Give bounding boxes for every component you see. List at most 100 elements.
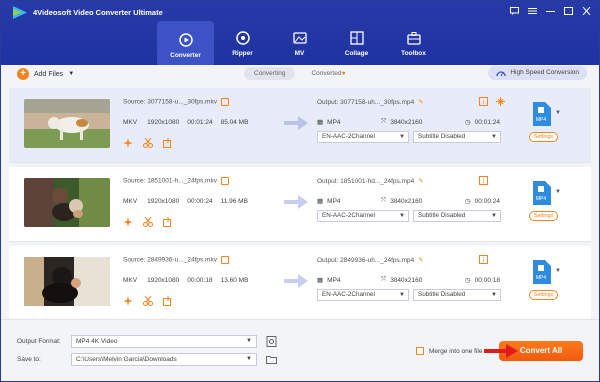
edit-icon[interactable] bbox=[163, 296, 173, 306]
tab-converted[interactable]: Converted● bbox=[301, 67, 355, 80]
info-icon[interactable]: i bbox=[479, 97, 488, 106]
minimize-icon[interactable] bbox=[543, 5, 557, 17]
output-format-label: Output Format: bbox=[17, 338, 61, 345]
tab-collage[interactable]: Collage bbox=[328, 21, 385, 63]
enhance-icon[interactable] bbox=[123, 138, 133, 148]
subtitle-select[interactable]: Subtitle Disabled ▼ bbox=[413, 210, 501, 222]
output-format: MP4 bbox=[327, 276, 341, 284]
maximize-icon[interactable] bbox=[561, 5, 575, 17]
enhance-icon[interactable] bbox=[123, 217, 133, 227]
main-tabs: Converter Ripper MV Collage Toolbox bbox=[157, 21, 442, 65]
settings-button[interactable]: Settings bbox=[529, 290, 558, 300]
menu-icon[interactable] bbox=[525, 5, 539, 17]
converter-toolbar: + Add Files ▼ Converting Converted● High… bbox=[7, 65, 593, 85]
app-logo-icon bbox=[13, 6, 27, 19]
tab-mv[interactable]: MV bbox=[271, 21, 328, 63]
output-format: MP4 bbox=[327, 118, 341, 126]
format-badge: MP4 bbox=[536, 117, 547, 123]
audio-track-value: EN-AAC-2Channel bbox=[322, 291, 375, 298]
merge-checkbox[interactable] bbox=[416, 347, 424, 355]
resize-icon: ⤧ bbox=[381, 276, 387, 283]
subtitle-value: Subtitle Disabled bbox=[418, 133, 466, 140]
chevron-down-icon: ▼ bbox=[246, 356, 252, 362]
tab-toolbox[interactable]: Toolbox bbox=[385, 21, 442, 63]
output-resolution: 3840x2160 bbox=[390, 118, 423, 126]
tab-ripper[interactable]: Ripper bbox=[214, 21, 271, 63]
info-icon[interactable]: i bbox=[479, 176, 488, 185]
info-icon[interactable]: i bbox=[479, 255, 488, 264]
video-icon: ▦ bbox=[317, 198, 324, 205]
info-icon[interactable] bbox=[220, 177, 229, 185]
tab-converted-label: Converted bbox=[311, 70, 342, 77]
add-files-label: Add Files bbox=[34, 70, 64, 78]
chevron-down-icon: ▼ bbox=[491, 292, 497, 298]
clock-icon: ◷ bbox=[465, 119, 471, 126]
rename-icon[interactable]: ✎ bbox=[418, 257, 423, 264]
high-speed-conversion-button[interactable]: High Speed Conversion bbox=[488, 66, 587, 80]
source-filename: Source: 1851001-h..._24fps.mkv bbox=[123, 177, 229, 185]
trim-icon[interactable] bbox=[496, 97, 505, 106]
cut-icon[interactable] bbox=[143, 296, 153, 306]
file-row[interactable]: Source: 3077158-u..._30fps.mkv MKV 1920x… bbox=[9, 88, 591, 163]
info-icon[interactable] bbox=[220, 256, 229, 264]
add-files-button[interactable]: + Add Files ▼ bbox=[17, 68, 74, 80]
chevron-down-icon[interactable]: ▼ bbox=[68, 71, 74, 77]
tab-mv-label: MV bbox=[294, 50, 305, 57]
video-thumbnail bbox=[24, 257, 110, 306]
subtitle-value: Subtitle Disabled bbox=[418, 212, 466, 219]
chevron-down-icon: ▼ bbox=[399, 213, 405, 219]
chevron-down-icon: ▼ bbox=[491, 213, 497, 219]
close-icon[interactable] bbox=[579, 5, 593, 17]
output-format-select[interactable]: MP4 4K Video ▼ bbox=[71, 335, 257, 348]
merge-option[interactable]: Merge into one file bbox=[416, 347, 482, 355]
tab-converting[interactable]: Converting bbox=[244, 67, 296, 80]
app-title: 4Videosoft Video Converter Ultimate bbox=[33, 8, 163, 17]
source-label: Source: 2849936-u..._24fps.mkv bbox=[123, 256, 217, 264]
source-duration: 00:00:24 bbox=[187, 198, 213, 205]
enhance-icon[interactable] bbox=[123, 296, 133, 306]
merge-label: Merge into one file bbox=[429, 347, 483, 355]
output-icons: i bbox=[479, 255, 488, 264]
format-settings-icon[interactable] bbox=[266, 336, 277, 347]
folder-icon[interactable] bbox=[266, 354, 277, 365]
output-filename: Output: 3077158-uh..._30fps.mp4 ✎ bbox=[317, 98, 424, 106]
toolbox-icon bbox=[406, 32, 421, 45]
audio-track-select[interactable]: EN-AAC-2Channel ▼ bbox=[317, 289, 409, 301]
collage-icon bbox=[349, 31, 364, 45]
rename-icon[interactable]: ✎ bbox=[418, 99, 423, 106]
info-icon[interactable] bbox=[220, 98, 229, 106]
settings-button[interactable]: Settings bbox=[529, 211, 558, 221]
chevron-down-icon[interactable]: ▼ bbox=[555, 189, 561, 195]
mp4-format-icon[interactable]: MP4 bbox=[531, 102, 551, 126]
source-resolution: 1920x1080 bbox=[147, 119, 180, 126]
edit-icon[interactable] bbox=[163, 217, 173, 227]
audio-track-select[interactable]: EN-AAC-2Channel ▼ bbox=[317, 210, 409, 222]
converter-icon bbox=[178, 33, 193, 47]
mp4-format-icon[interactable]: MP4 bbox=[531, 260, 551, 284]
subtitle-select[interactable]: Subtitle Disabled ▼ bbox=[413, 131, 501, 143]
output-format: MP4 bbox=[327, 197, 341, 205]
source-meta: MKV 1920x1080 00:00:18 13.60 MB bbox=[123, 277, 248, 284]
settings-button[interactable]: Settings bbox=[529, 132, 558, 142]
format-badge: MP4 bbox=[536, 196, 547, 202]
edit-tools bbox=[123, 217, 173, 227]
save-to-select[interactable]: C:\Users\Melvin Garcia\Downloads ▼ bbox=[71, 353, 257, 366]
clock-icon: ◷ bbox=[465, 198, 471, 205]
tab-converter[interactable]: Converter bbox=[157, 21, 214, 65]
svg-text:i: i bbox=[483, 179, 484, 185]
rename-icon[interactable]: ✎ bbox=[418, 178, 423, 185]
output-label: Output: 2849936-uh..._24fps.mp4 bbox=[317, 257, 415, 264]
mp4-format-icon[interactable]: MP4 bbox=[531, 181, 551, 205]
chevron-down-icon[interactable]: ▼ bbox=[555, 110, 561, 116]
file-row[interactable]: Source: 2849936-u..._24fps.mkv MKV 1920x… bbox=[9, 246, 591, 321]
edit-icon[interactable] bbox=[163, 138, 173, 148]
clock-icon: ◷ bbox=[465, 277, 471, 284]
file-row[interactable]: Source: 1851001-h..._24fps.mkv MKV 1920x… bbox=[9, 167, 591, 242]
cut-icon[interactable] bbox=[143, 138, 153, 148]
subtitle-select[interactable]: Subtitle Disabled ▼ bbox=[413, 289, 501, 301]
chevron-down-icon[interactable]: ▼ bbox=[555, 268, 561, 274]
chat-icon[interactable] bbox=[507, 5, 521, 17]
source-size: 13.60 MB bbox=[220, 277, 249, 284]
cut-icon[interactable] bbox=[143, 217, 153, 227]
audio-track-select[interactable]: EN-AAC-2Channel ▼ bbox=[317, 131, 409, 143]
